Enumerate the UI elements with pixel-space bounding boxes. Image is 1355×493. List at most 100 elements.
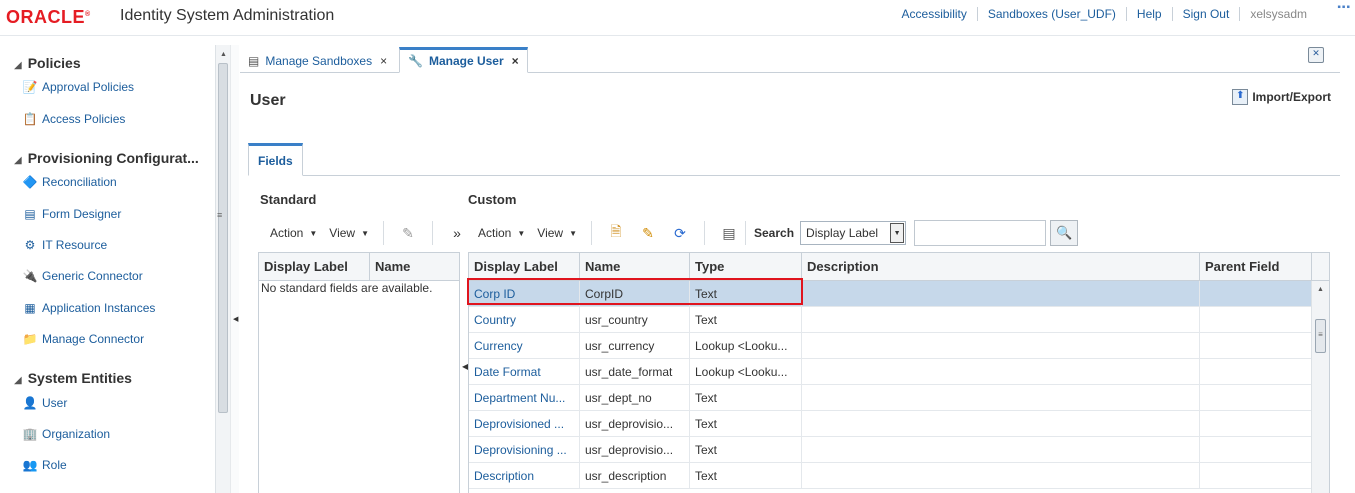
nav-scroll-thumb[interactable] [218,63,228,413]
column-name[interactable]: Name [580,253,690,280]
column-display-label[interactable]: Display Label [259,253,370,280]
close-icon[interactable]: × [380,54,387,68]
display-label-link[interactable]: Corp ID [469,281,580,306]
field-description [802,333,1200,358]
column-type[interactable]: Type [690,253,802,280]
global-links: Accessibility Sandboxes (User_UDF) Help … [892,6,1317,22]
field-parent [1200,437,1312,462]
help-link[interactable]: Help [1125,7,1172,21]
display-label-link[interactable]: Description [469,463,580,488]
oracle-logo: ORACLE® [6,7,91,27]
search-field-select[interactable]: Display Label ▼ [800,221,907,245]
form-designer-icon: ▤ [24,207,36,221]
section-policies[interactable]: ◢ Policies [14,55,214,71]
sub-tabs: Fields [248,143,1340,176]
detach-icon[interactable]: ▤ [719,223,739,243]
more-options-icon[interactable]: ▪▪▪ [1337,2,1351,13]
display-label-link[interactable]: Deprovisioning ... [469,437,580,462]
custom-view-menu[interactable]: View ▼ [531,226,583,240]
nav-item-role[interactable]: 👥 Role [22,457,67,473]
display-label-link[interactable]: Currency [469,333,580,358]
nav-item-form-designer[interactable]: ▤ Form Designer [22,206,121,222]
table-row[interactable]: Department Nu... usr_dept_no Text [469,385,1329,411]
table-scroll-thumb[interactable]: ≡ [1315,319,1326,353]
panel-splitter[interactable]: ◀ [230,45,239,493]
field-description [802,463,1200,488]
standard-action-menu[interactable]: Action ▼ [264,226,323,240]
section-provisioning-configuration[interactable]: ◢ Provisioning Configurat... [14,150,214,166]
edit-pencil-icon[interactable]: ✎ [638,223,658,243]
nav-item-organization[interactable]: 🏢 Organization [22,426,111,442]
close-all-tabs-icon[interactable]: ✕ [1308,47,1324,63]
collapse-left-icon[interactable]: ◀ [233,315,238,323]
field-name: usr_country [580,307,690,332]
table-row[interactable]: Corp ID CorpID Text [469,281,1329,307]
nav-item-approval-policies[interactable]: 📝 Approval Policies [22,79,135,95]
standard-fields-table: Display Label Name No standard fields ar… [258,252,460,493]
dropdown-arrow-icon: ▼ [569,228,577,238]
table-row[interactable]: Currency usr_currency Lookup <Looku... [469,333,1329,359]
access-policy-icon: 📋 [22,112,38,126]
search-input[interactable] [914,220,1047,246]
close-icon[interactable]: × [512,54,519,68]
nav-scrollbar[interactable]: ▲ ≡ [215,45,230,493]
create-field-icon[interactable]: 🗎 [606,223,626,243]
import-export-icon: ⬆ [1232,89,1249,105]
field-name: usr_date_format [580,359,690,384]
column-name[interactable]: Name [370,253,459,280]
sign-out-link[interactable]: Sign Out [1171,7,1240,21]
nav-item-access-policies[interactable]: 📋 Access Policies [22,111,126,127]
display-label-link[interactable]: Deprovisioned ... [469,411,580,436]
splitter-grip-icon: ≡ [217,210,223,220]
toolbar-separator [745,221,746,245]
nav-item-manage-connector[interactable]: 📁 Manage Connector [22,331,145,347]
refresh-icon[interactable]: ⟳ [670,223,690,243]
accessibility-link[interactable]: Accessibility [892,7,977,21]
custom-toolbar: Action ▼ View ▼ 🗎 ✎ ⟳ ▤ Search Display Lab… [472,220,1079,246]
document-tabs: ▤ Manage Sandboxes × 🔧 Manage User × ✕ [240,45,1340,73]
search-icon[interactable]: 🔍 [1050,220,1079,246]
nav-item-reconciliation[interactable]: 🔷 Reconciliation [22,174,117,190]
display-label-link[interactable]: Date Format [469,359,580,384]
dropdown-arrow-icon[interactable]: ▼ [890,223,905,243]
tab-manage-user[interactable]: 🔧 Manage User × [399,47,528,73]
scroll-up-icon[interactable]: ▲ [220,51,227,58]
field-type: Text [690,281,802,306]
field-parent [1200,385,1312,410]
table-row[interactable]: Date Format usr_date_format Lookup <Look… [469,359,1329,385]
app-title: Identity System Administration [120,7,335,24]
custom-fields-table: Display Label Name Type Description Pare… [468,252,1330,493]
nav-item-it-resource[interactable]: ⚙ IT Resource [22,237,108,253]
nav-item-generic-connector[interactable]: 🔌 Generic Connector [22,268,143,284]
section-system-entities[interactable]: ◢ System Entities [14,370,214,386]
display-label-link[interactable]: Department Nu... [469,385,580,410]
overflow-chevron-icon[interactable]: » [447,223,467,243]
tab-fields[interactable]: Fields [248,143,303,176]
field-description [802,281,1200,306]
field-parent [1200,307,1312,332]
table-scrollbar[interactable]: ▲ ≡ [1311,281,1329,493]
column-display-label[interactable]: Display Label [469,253,580,280]
field-name: CorpID [580,281,690,306]
standard-view-menu[interactable]: View ▼ [323,226,375,240]
custom-action-menu[interactable]: Action ▼ [472,226,531,240]
dropdown-arrow-icon: ▼ [517,228,526,238]
search-label: Search [754,226,795,240]
nav-item-user[interactable]: 👤 User [22,395,68,411]
toolbar-separator [432,221,433,245]
toolbar-separator [704,221,705,245]
nav-item-application-instances[interactable]: ▦ Application Instances [22,300,155,316]
sandboxes-link[interactable]: Sandboxes (User_UDF) [976,7,1126,21]
table-row[interactable]: Deprovisioning ... usr_deprovisio... Tex… [469,437,1329,463]
scroll-up-icon[interactable]: ▲ [1317,286,1324,293]
table-row[interactable]: Country usr_country Text [469,307,1329,333]
import-export-button[interactable]: ⬆ Import/Export [1232,89,1331,105]
column-parent-field[interactable]: Parent Field [1200,253,1312,280]
edit-pencil-icon[interactable]: ✎ [398,223,418,243]
tab-manage-sandboxes[interactable]: ▤ Manage Sandboxes × [240,49,395,73]
table-row[interactable]: Description usr_description Text [469,463,1329,489]
field-parent [1200,463,1312,488]
display-label-link[interactable]: Country [469,307,580,332]
column-description[interactable]: Description [802,253,1200,280]
table-row[interactable]: Deprovisioned ... usr_deprovisio... Text [469,411,1329,437]
